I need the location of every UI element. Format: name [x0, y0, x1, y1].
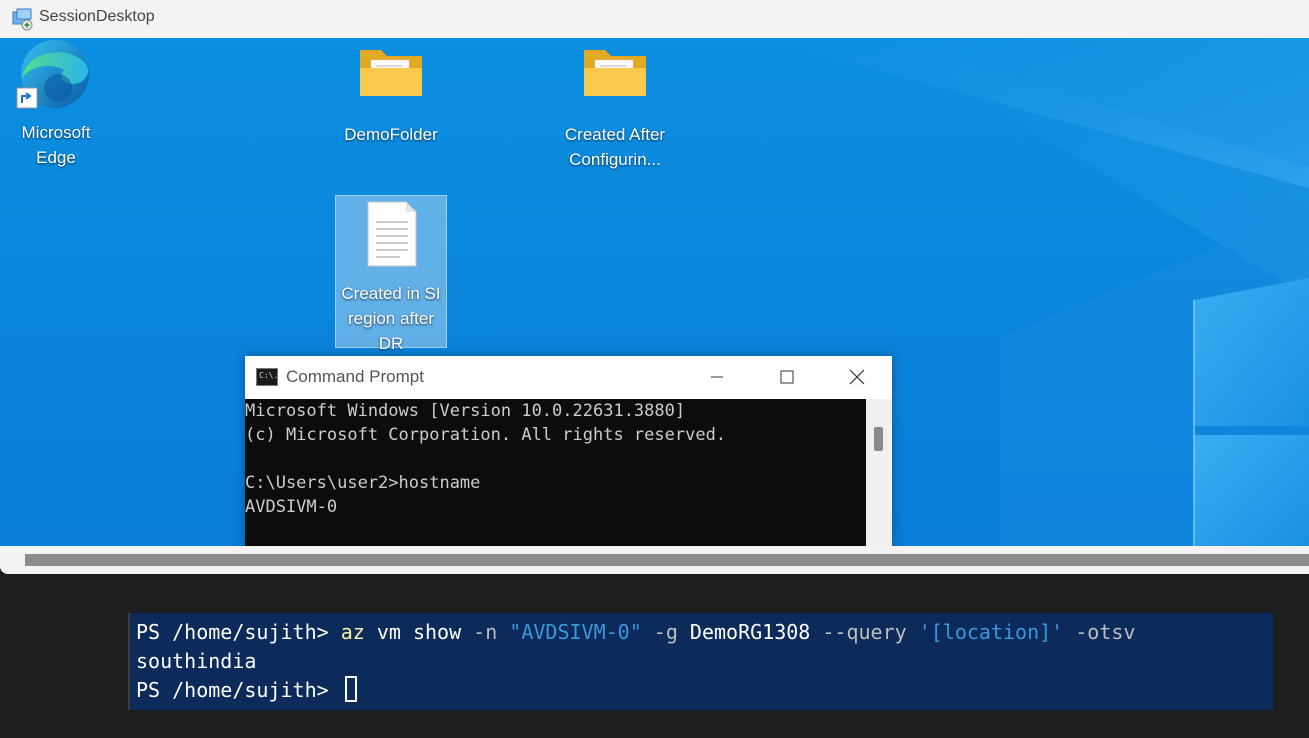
- terminal-flag: -otsv: [1063, 620, 1136, 644]
- desktop-icon-created-in-si-region[interactable]: Created in SI region after DR: [335, 195, 447, 353]
- remote-desktop[interactable]: Microsoft Edge DemoFolder Created After …: [0, 38, 1309, 546]
- cmd-title: Command Prompt: [286, 367, 424, 386]
- desktop-icon-label: Configurin...: [569, 150, 661, 169]
- terminal-args: vm show: [364, 620, 474, 644]
- desktop-icon-label: Created in SI: [341, 284, 441, 303]
- terminal-prompt: PS /home/sujith>: [136, 678, 341, 702]
- powershell-terminal[interactable]: PS /home/sujith> az vm show -n "AVDSIVM-…: [0, 574, 1309, 738]
- terminal-flag: -n: [473, 620, 498, 644]
- session-titlebar[interactable]: SessionDesktop: [0, 0, 1309, 38]
- terminal-flag: --query: [810, 620, 907, 644]
- remote-desktop-icon: [12, 8, 33, 31]
- cmd-titlebar[interactable]: C:\. Command Prompt: [245, 356, 892, 398]
- close-icon: [849, 369, 865, 385]
- terminal-flag: -g: [641, 620, 678, 644]
- maximize-icon: [780, 370, 794, 384]
- cmd-icon: C:\.: [256, 368, 278, 386]
- command-prompt-window[interactable]: C:\. Command Prompt Microsoft Windows [V…: [245, 356, 892, 546]
- folder-icon: [584, 50, 646, 96]
- console-line: C:\Users\user2>hostname: [245, 473, 481, 493]
- desktop-icon-label: region after: [348, 309, 434, 328]
- edge-icon: [16, 40, 89, 109]
- minimize-icon: [711, 376, 723, 378]
- text-file-icon: [367, 201, 417, 267]
- desktop-icon-microsoft-edge[interactable]: Microsoft Edge: [0, 38, 112, 170]
- session-horizontal-scrollbar[interactable]: [0, 546, 1309, 574]
- desktop-icon-label: Created After: [564, 125, 666, 144]
- terminal-output: southindia: [136, 649, 257, 673]
- desktop-icon-label: Edge: [36, 148, 76, 167]
- console-line: (c) Microsoft Corporation. All rights re…: [245, 425, 727, 445]
- terminal-prompt: PS /home/sujith>: [136, 620, 341, 644]
- console-line: AVDSIVM-0: [245, 497, 338, 517]
- desktop-icon-created-after-configuring[interactable]: Created After Configurin...: [559, 38, 671, 172]
- cmd-console[interactable]: Microsoft Windows [Version 10.0.22631.38…: [245, 399, 866, 546]
- folder-icon: [360, 50, 422, 96]
- close-button[interactable]: [822, 356, 892, 398]
- cmd-scroll-thumb[interactable]: [874, 427, 883, 451]
- maximize-button[interactable]: [752, 356, 822, 398]
- terminal-line[interactable]: PS /home/sujith>: [136, 676, 357, 705]
- desktop-icon-demofolder[interactable]: DemoFolder: [335, 38, 447, 147]
- desktop-icon-label: Microsoft: [21, 123, 91, 142]
- minimize-button[interactable]: [682, 356, 752, 398]
- terminal-args: DemoRG1308: [677, 620, 811, 644]
- session-window: SessionDesktop Microsoft Edge DemoFolder…: [0, 0, 1309, 574]
- desktop-icon-label: DR: [378, 334, 404, 353]
- session-scroll-thumb[interactable]: [25, 554, 1309, 566]
- desktop-icon-label: DemoFolder: [344, 125, 438, 144]
- terminal-cursor: [344, 676, 357, 702]
- cmd-vertical-scrollbar[interactable]: [866, 399, 892, 546]
- console-line: Microsoft Windows [Version 10.0.22631.38…: [245, 401, 686, 421]
- session-title: SessionDesktop: [39, 8, 155, 25]
- terminal-string: '[location]': [906, 620, 1064, 644]
- terminal-command: az: [340, 620, 365, 644]
- terminal-line: PS /home/sujith> az vm show -n "AVDSIVM-…: [136, 618, 1135, 647]
- terminal-string: "AVDSIVM-0": [497, 620, 642, 644]
